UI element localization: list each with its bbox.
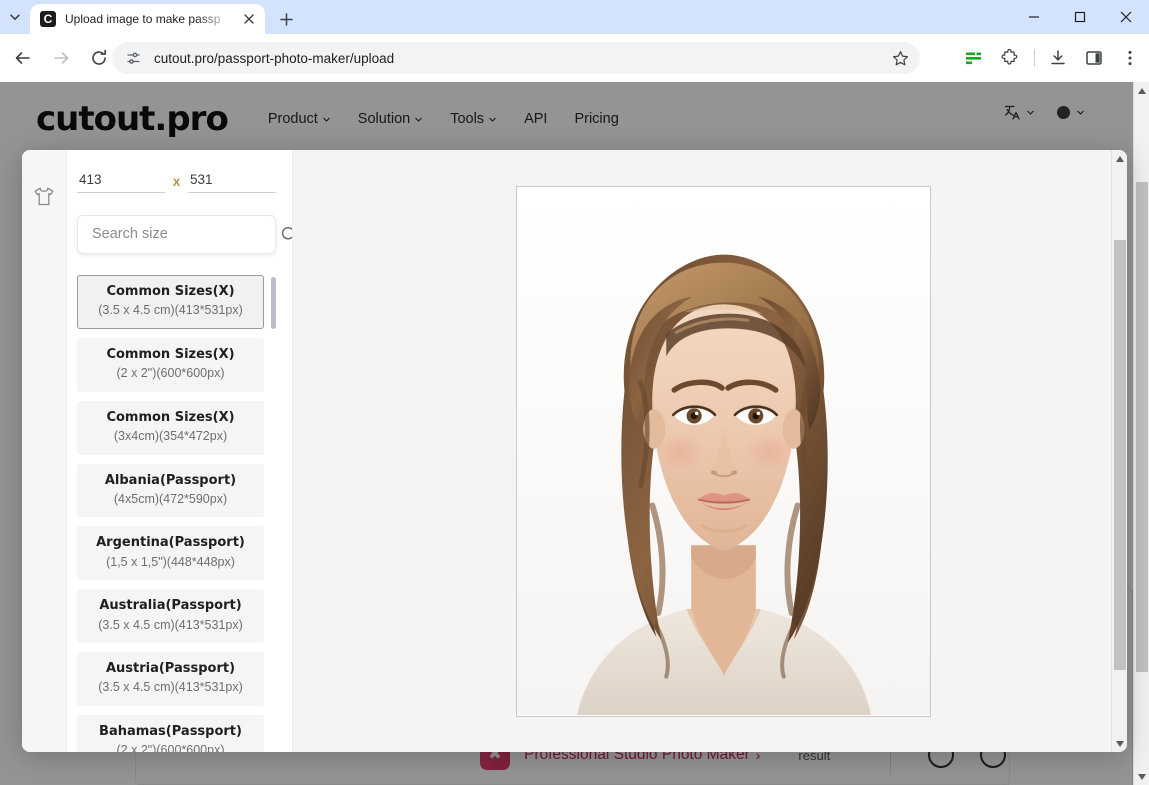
back-icon[interactable] (7, 42, 39, 74)
size-list-scrollbar[interactable] (271, 275, 276, 752)
forward-icon[interactable] (45, 42, 77, 74)
width-input[interactable] (77, 172, 165, 193)
close-window-icon[interactable] (1103, 0, 1149, 34)
toolbar-divider (1034, 49, 1035, 67)
photo-preview-frame (516, 186, 931, 717)
size-option-spec: (3x4cm)(354*472px) (113, 428, 228, 443)
toolbar-right-icons (956, 34, 1149, 82)
page-scrollbar[interactable] (1133, 82, 1149, 785)
size-option-list[interactable]: Common Sizes(X) (3.5 x 4.5 cm)(413*531px)… (77, 274, 276, 752)
size-option-spec: (3.5 x 4.5 cm)(413*531px) (98, 680, 243, 695)
dimension-inputs: X (77, 172, 276, 193)
size-option-name: Australia(Passport) (99, 598, 242, 614)
modal-scrollbar-thumb[interactable] (1114, 240, 1126, 670)
close-icon[interactable] (239, 9, 259, 29)
height-input[interactable] (188, 172, 276, 193)
extension-green-icon[interactable] (956, 41, 990, 75)
scroll-down-icon[interactable] (1112, 735, 1127, 752)
size-panel: X Common Sizes(X) (3.5 x 4.5 cm)(413*531p… (67, 150, 293, 752)
modal-left-rail (22, 150, 67, 752)
browser-titlebar: C Upload image to make passp (0, 0, 1149, 34)
search-input[interactable] (92, 226, 279, 243)
search-size-box[interactable] (77, 215, 292, 254)
size-option-name: Austria(Passport) (105, 661, 236, 677)
new-tab-button[interactable] (272, 5, 300, 33)
chrome-menu-icon[interactable] (1113, 41, 1147, 75)
passport-photo-preview (517, 187, 930, 716)
reload-icon[interactable] (83, 42, 115, 74)
size-option-spec: (3.5 x 4.5 cm)(413*531px) (98, 617, 243, 632)
size-option[interactable]: Common Sizes(X) (3.5 x 4.5 cm)(413*531px) (77, 274, 264, 329)
tshirt-icon[interactable] (29, 182, 59, 212)
maximize-icon[interactable] (1057, 0, 1103, 34)
size-option[interactable]: Austria(Passport) (3.5 x 4.5 cm)(413*531p… (77, 652, 264, 707)
browser-window: C Upload image to make passp cutout.pro/… (0, 0, 1149, 785)
extensions-puzzle-icon[interactable] (992, 41, 1026, 75)
size-option[interactable]: Argentina(Passport) (1,5 x 1,5")(448*448p… (77, 526, 264, 581)
size-option[interactable]: Common Sizes(X) (2 x 2")(600*600px) (77, 337, 264, 392)
size-option[interactable]: Bahamas(Passport) (2 x 2")(600*600px) (77, 715, 264, 752)
size-option-spec: (1,5 x 1,5")(448*448px) (106, 554, 235, 569)
tab-search-button[interactable] (0, 0, 30, 34)
size-option[interactable]: Albania(Passport) (4x5cm)(472*590px) (77, 463, 264, 518)
tab-title: Upload image to make passp (65, 12, 221, 26)
size-option-name: Common Sizes(X) (106, 346, 235, 362)
size-option-spec: (4x5cm)(472*590px) (113, 491, 228, 506)
size-option-spec: (2 x 2")(600*600px) (116, 366, 225, 381)
search-icon[interactable] (279, 224, 292, 244)
size-option-name: Bahamas(Passport) (99, 724, 242, 740)
side-panel-icon[interactable] (1077, 41, 1111, 75)
browser-tab[interactable]: C Upload image to make passp (30, 4, 265, 34)
size-option-name: Albania(Passport) (104, 472, 237, 488)
window-controls (1011, 0, 1149, 34)
tab-favicon: C (40, 11, 56, 27)
scroll-up-icon[interactable] (1134, 82, 1149, 99)
address-bar[interactable]: cutout.pro/passport-photo-maker/upload (112, 42, 920, 74)
modal-scrollbar[interactable] (1111, 150, 1127, 752)
download-icon[interactable] (1041, 41, 1075, 75)
size-option-name: Common Sizes(X) (106, 283, 235, 299)
size-option[interactable]: Australia(Passport) (3.5 x 4.5 cm)(413*53… (77, 589, 264, 644)
preview-panel (293, 150, 1127, 752)
bookmark-star-icon[interactable] (886, 44, 914, 72)
size-selection-modal: X Common Sizes(X) (3.5 x 4.5 cm)(413*531p… (22, 150, 1127, 752)
scroll-up-icon[interactable] (1112, 150, 1127, 167)
size-list-scrollbar-thumb[interactable] (271, 276, 276, 329)
size-option-name: Argentina(Passport) (96, 535, 245, 551)
page-scrollbar-thumb[interactable] (1136, 182, 1148, 672)
url-text: cutout.pro/passport-photo-maker/upload (154, 50, 395, 66)
size-option-name: Common Sizes(X) (106, 409, 235, 425)
size-option-spec: (3.5 x 4.5 cm)(413*531px) (98, 303, 243, 318)
dimension-separator: X (172, 177, 181, 189)
site-settings-icon[interactable] (122, 47, 144, 69)
size-option-spec: (2 x 2")(600*600px) (116, 743, 225, 752)
size-option[interactable]: Common Sizes(X) (3x4cm)(354*472px) (77, 400, 264, 455)
minimize-icon[interactable] (1011, 0, 1057, 34)
scroll-down-icon[interactable] (1134, 768, 1149, 785)
